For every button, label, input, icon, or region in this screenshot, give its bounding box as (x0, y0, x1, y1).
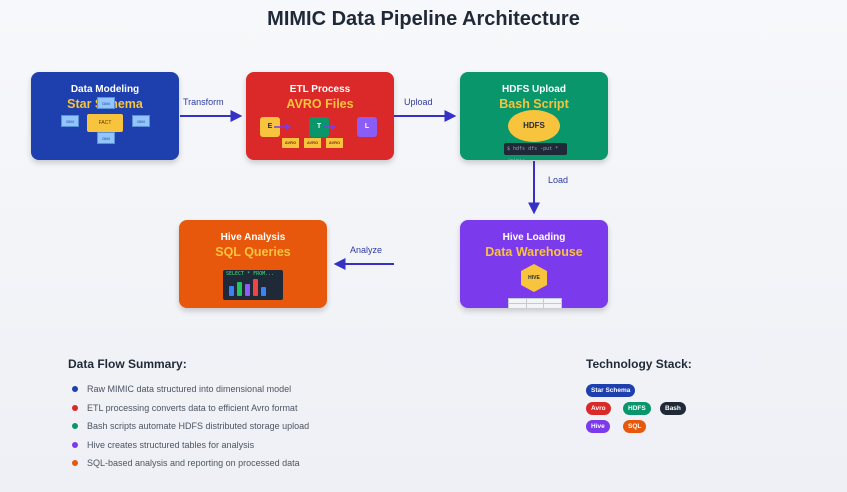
tech-pill: Star Schema (586, 384, 636, 397)
tech-pill: Hive (586, 420, 610, 433)
bullet-dot-icon (72, 460, 78, 467)
bullet-dot-icon (72, 404, 78, 411)
summary-item: SQL-based analysis and reporting on proc… (72, 456, 309, 475)
tech-pill: SQL (623, 420, 647, 433)
bullet-dot-icon (72, 386, 78, 392)
bullet-dot-icon (72, 441, 78, 448)
summary-item: Bash scripts automate HDFS distributed s… (72, 419, 309, 438)
tech-stack-title: Technology Stack: (586, 357, 692, 371)
arrow-label-analyze: Analyze (350, 245, 383, 255)
summary-item: Raw MIMIC data structured into dimension… (72, 382, 309, 401)
summary-item: Hive creates structured tables for analy… (72, 438, 309, 457)
tech-pill: Avro (586, 402, 611, 415)
summary-item: ETL processing converts data to efficien… (72, 401, 309, 420)
tech-pill: Bash (660, 402, 686, 415)
summary-title: Data Flow Summary: (68, 357, 187, 371)
summary-list: Raw MIMIC data structured into dimension… (72, 382, 309, 475)
tech-pill: HDFS (623, 402, 651, 415)
bullet-dot-icon (72, 423, 78, 430)
arrow-label-upload: Upload (404, 97, 433, 107)
arrow-label-load: Load (548, 175, 569, 185)
arrow-label-transform: Transform (183, 97, 224, 107)
